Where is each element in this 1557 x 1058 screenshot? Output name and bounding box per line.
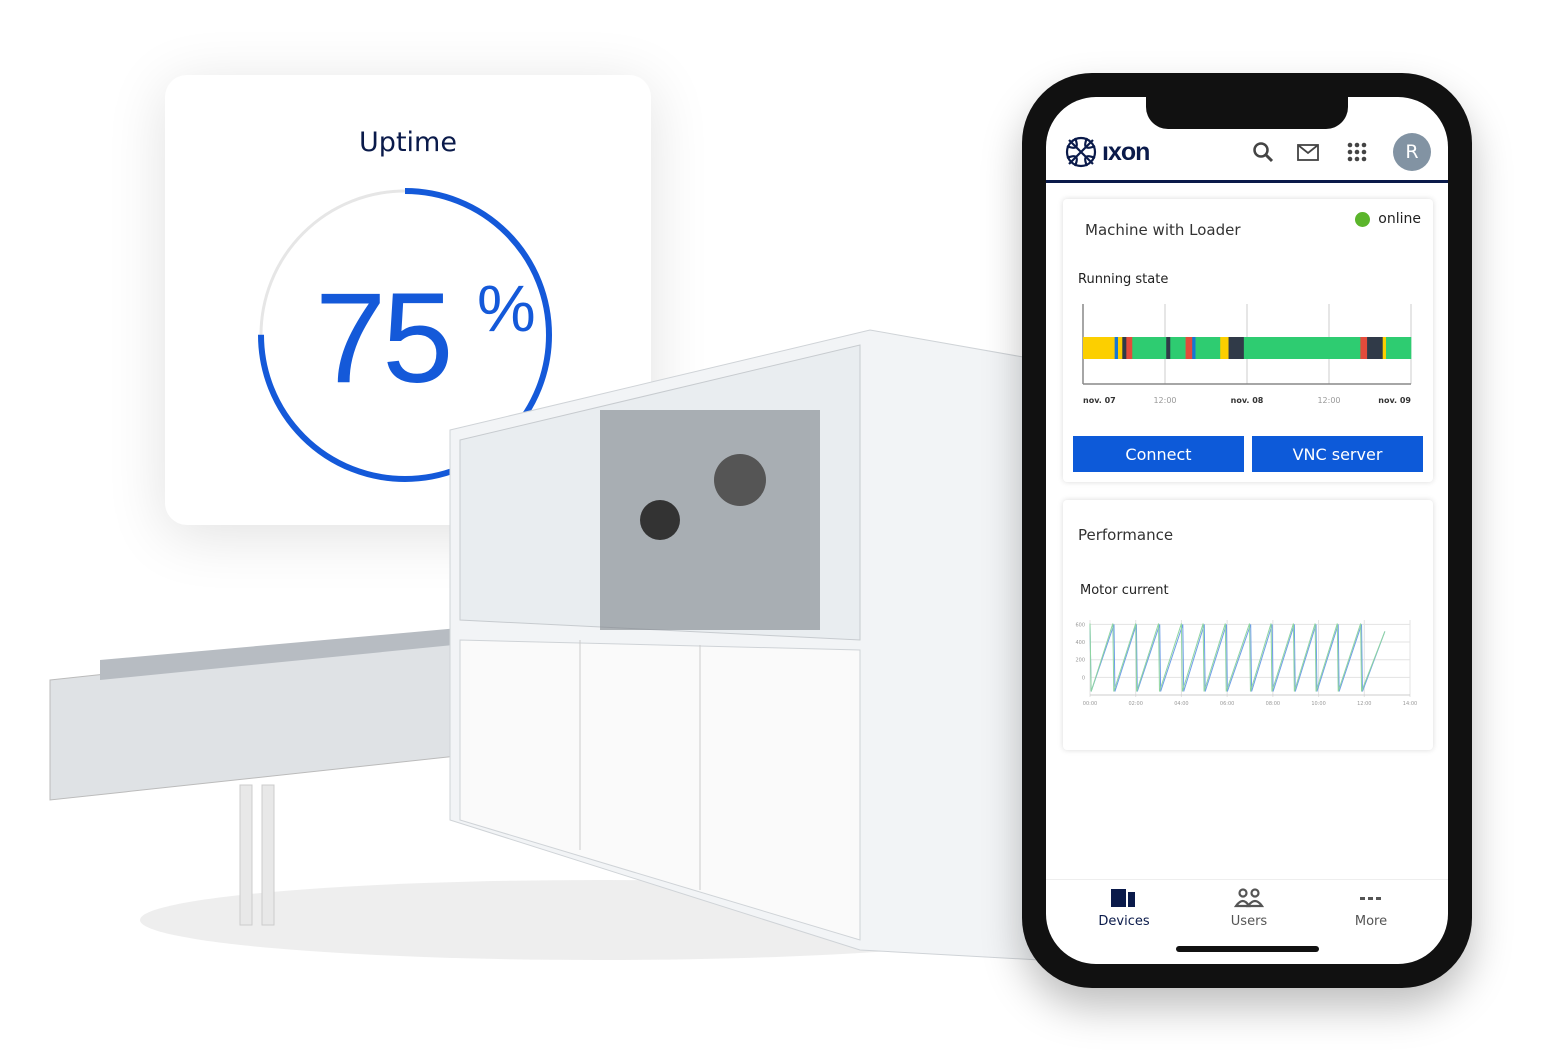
state-segment	[1192, 337, 1196, 359]
state-segment	[1122, 337, 1127, 359]
status-text: online	[1378, 211, 1421, 227]
state-segment	[1132, 337, 1167, 359]
y-tick-label: 0	[1082, 675, 1085, 681]
y-tick-label: 600	[1075, 622, 1085, 628]
running-state-label: Running state	[1078, 272, 1169, 287]
bottom-nav: Devices Users More	[1046, 879, 1448, 964]
performance-card: Performance Motor current 600 400 200 0 00:0…	[1063, 500, 1433, 750]
x-tick-label: 02:00	[1129, 701, 1143, 707]
nav-more-label: More	[1354, 914, 1388, 929]
state-segment	[1367, 337, 1384, 359]
motor-current-label: Motor current	[1080, 583, 1169, 598]
nav-users[interactable]: Users	[1199, 888, 1299, 929]
state-segment	[1170, 337, 1186, 359]
x-tick-label: 00:00	[1083, 701, 1097, 707]
connect-button[interactable]: Connect	[1073, 436, 1244, 472]
x-tick-label: 12:00	[1357, 701, 1371, 707]
series-line	[1089, 623, 1386, 692]
search-icon[interactable]	[1252, 141, 1274, 163]
state-segment	[1166, 337, 1171, 359]
nav-devices-label: Devices	[1098, 914, 1150, 929]
y-tick-label: 200	[1075, 658, 1085, 664]
motor-current-chart: 600 400 200 0 00:00 02:00 04:00 06:00 08:00 10:00…	[1075, 620, 1417, 707]
uptime-title: Uptime	[359, 127, 457, 158]
state-segment	[1195, 337, 1221, 359]
phone-mockup: ıxon R Machine with Loader online Runnin…	[1022, 73, 1472, 988]
state-segment	[1220, 337, 1229, 359]
phone-notch	[1146, 97, 1348, 129]
y-tick-label: 400	[1075, 640, 1085, 646]
state-segment	[1185, 337, 1193, 359]
apps-grid-icon[interactable]	[1346, 141, 1368, 163]
state-segment	[1385, 337, 1412, 359]
x-tick-label: 04:00	[1174, 701, 1188, 707]
mail-icon[interactable]	[1296, 141, 1320, 163]
x-tick-label: 10:00	[1311, 701, 1325, 707]
x-tick-label: 06:00	[1220, 701, 1234, 707]
state-segment	[1228, 337, 1245, 359]
x-tick-label: 14:00	[1403, 701, 1417, 707]
more-icon	[1360, 897, 1381, 900]
x-tick-label: 08:00	[1266, 701, 1280, 707]
home-indicator	[1176, 946, 1319, 952]
device-name[interactable]: Machine with Loader	[1085, 221, 1241, 239]
state-segment	[1083, 337, 1115, 359]
x-tick-label: nov. 07	[1083, 396, 1116, 405]
devices-icon	[1111, 889, 1135, 907]
state-segment	[1114, 337, 1119, 359]
running-state-chart: nov. 07 12:00 nov. 08 12:00 nov. 09	[1082, 304, 1412, 405]
state-segment	[1382, 337, 1387, 359]
state-segment	[1126, 337, 1133, 359]
status-badge: online	[1355, 211, 1421, 227]
x-tick-label: 12:00	[1153, 396, 1176, 405]
device-card: Machine with Loader online Running state…	[1063, 199, 1433, 482]
nav-users-label: Users	[1230, 914, 1268, 929]
nav-more[interactable]: More	[1321, 888, 1421, 929]
ixon-logo-icon	[1065, 136, 1097, 168]
vnc-server-button[interactable]: VNC server	[1252, 436, 1423, 472]
avatar[interactable]: R	[1393, 133, 1431, 171]
x-tick-label: nov. 09	[1378, 396, 1411, 405]
x-tick-label: nov. 08	[1231, 396, 1264, 405]
ixon-logo[interactable]: ıxon	[1064, 135, 1150, 169]
x-tick-label: 12:00	[1317, 396, 1340, 405]
app-header: ıxon R	[1046, 131, 1448, 183]
packaging-machine-photo	[49, 329, 1040, 961]
performance-title: Performance	[1078, 526, 1174, 544]
status-dot-icon	[1355, 211, 1371, 227]
brand-name: ıxon	[1102, 137, 1150, 166]
phone-screen: ıxon R Machine with Loader online Runnin…	[1046, 97, 1448, 964]
state-segment	[1360, 337, 1368, 359]
state-segment	[1243, 337, 1361, 359]
state-segment	[1117, 337, 1123, 359]
nav-devices[interactable]: Devices	[1074, 888, 1174, 929]
users-icon	[1234, 888, 1264, 908]
